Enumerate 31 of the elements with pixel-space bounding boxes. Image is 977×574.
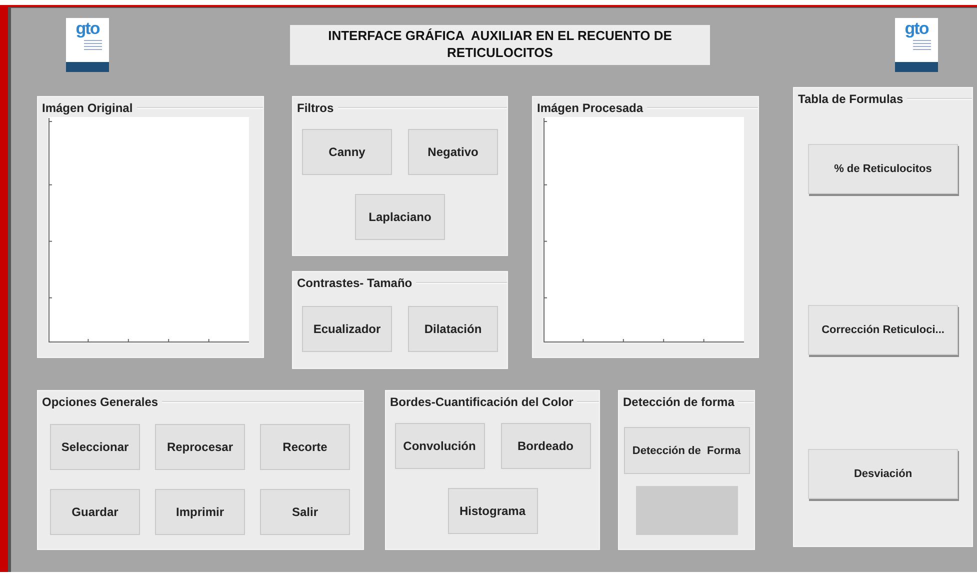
filter-button[interactable]: Negativo: [408, 129, 498, 175]
option-button[interactable]: Imprimir: [155, 489, 245, 535]
window-title: INTERFACE GRÁFICA AUXILIAR EN EL RECUENTO DE RETICULOCITOS: [290, 25, 710, 65]
panel-title: Filtros: [297, 101, 334, 115]
option-button[interactable]: Seleccionar: [50, 424, 140, 470]
detect-button[interactable]: Detección de Forma: [624, 427, 750, 474]
panel-title: Opciones Generales: [42, 395, 158, 409]
contrast-button[interactable]: Dilatación: [408, 306, 498, 352]
panel-title: Bordes-Cuantificación del Color: [390, 395, 574, 409]
option-button[interactable]: Recorte: [260, 424, 350, 470]
panel-title: Imágen Procesada: [537, 101, 644, 115]
option-button[interactable]: Guardar: [50, 489, 140, 535]
logo-band: [66, 62, 109, 72]
contrast-button[interactable]: Ecualizador: [302, 306, 392, 352]
panel-title: Tabla de Formulas: [798, 92, 904, 106]
logo-band: [895, 62, 938, 72]
panel-title: Imágen Original: [42, 101, 133, 115]
filter-button[interactable]: Canny: [302, 129, 392, 175]
formula-button[interactable]: % de Reticulocitos: [808, 144, 958, 194]
panel-title: Detección de forma: [623, 395, 734, 409]
edges-button[interactable]: Convolución: [394, 423, 484, 469]
panel-title: Contrastes- Tamaño: [297, 276, 412, 290]
edges-button[interactable]: Histograma: [448, 488, 538, 534]
logo-text: gto: [76, 20, 100, 37]
filter-button[interactable]: Laplaciano: [355, 194, 445, 240]
option-button[interactable]: Salir: [260, 489, 350, 535]
formula-button[interactable]: Desviación: [808, 449, 958, 499]
formula-button[interactable]: Corrección Reticuloci...: [808, 305, 958, 355]
option-button[interactable]: Reprocesar: [155, 424, 245, 470]
edges-button[interactable]: Bordeado: [500, 423, 590, 469]
logo-text: gto: [904, 20, 928, 37]
